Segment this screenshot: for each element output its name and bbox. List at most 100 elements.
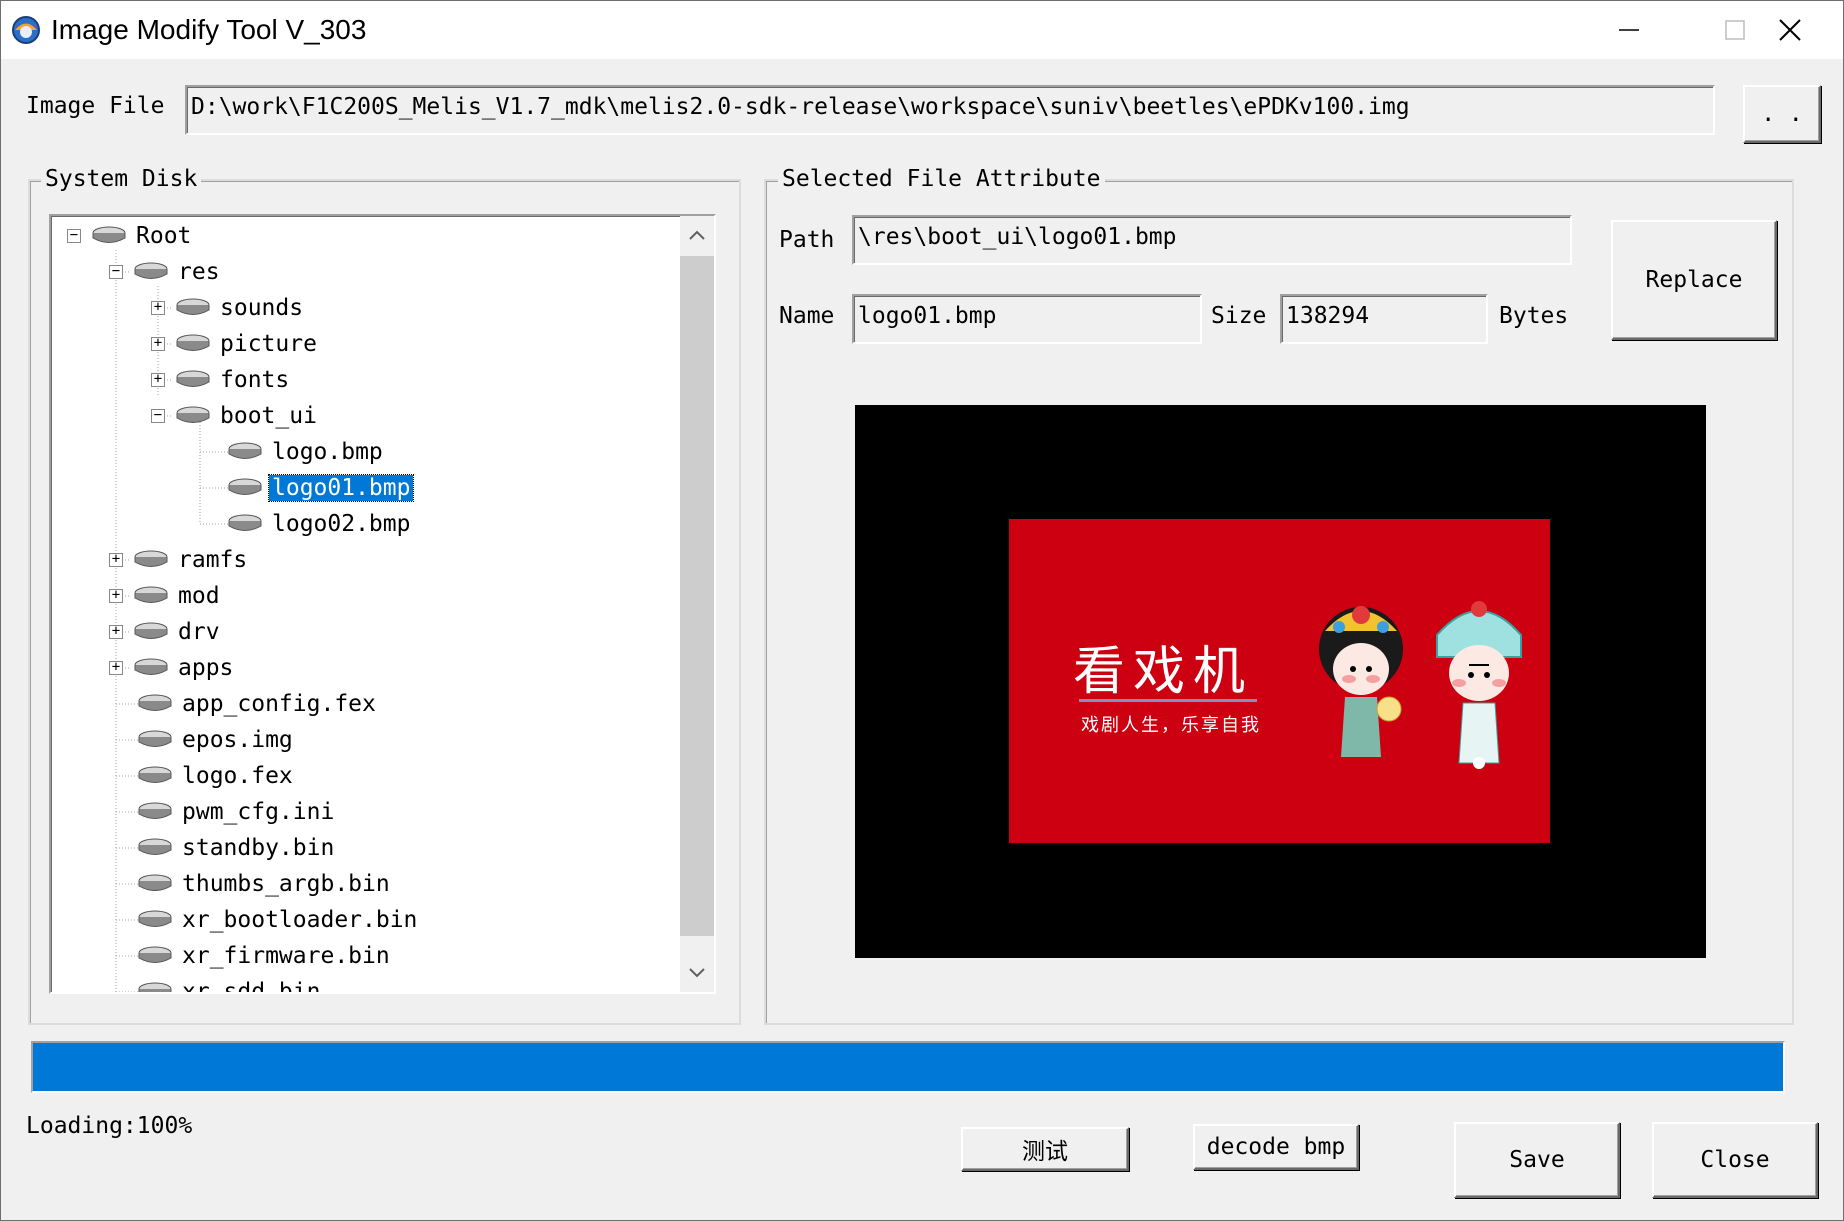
loading-status: Loading:100%: [26, 1113, 193, 1139]
tree-node-app-config-fex[interactable]: app_config.fex: [137, 687, 379, 721]
expand-icon[interactable]: +: [151, 300, 165, 315]
tree-node-label: logo.bmp: [272, 439, 383, 465]
close-window-button[interactable]: [1737, 1, 1843, 59]
file-tree[interactable]: − Root − res + sounds + picture + fonts …: [49, 214, 716, 994]
disk-icon: [138, 874, 172, 891]
tree-node-sounds[interactable]: + sounds: [151, 291, 306, 325]
replace-button[interactable]: Replace: [1611, 220, 1777, 340]
disk-icon: [134, 262, 168, 279]
disk-icon: [92, 226, 126, 243]
disk-icon: [138, 946, 172, 963]
scroll-down-button[interactable]: [680, 954, 714, 992]
expand-icon[interactable]: +: [151, 372, 165, 387]
tree-node-boot-ui[interactable]: − boot_ui: [151, 399, 320, 433]
expand-icon[interactable]: +: [109, 660, 123, 675]
tree-node-res[interactable]: − res: [109, 255, 223, 289]
chevron-down-icon: [689, 968, 705, 978]
tree-node-xr-bootloader-bin[interactable]: xr_bootloader.bin: [137, 903, 420, 937]
close-button[interactable]: Close: [1652, 1122, 1818, 1198]
decode-bmp-button[interactable]: decode bmp: [1193, 1124, 1359, 1170]
tree-node-label: ramfs: [178, 547, 248, 573]
system-disk-label: System Disk: [41, 164, 202, 194]
logo-underline: [1079, 699, 1257, 702]
collapse-icon[interactable]: −: [67, 228, 81, 243]
tree-node-ramfs[interactable]: + ramfs: [109, 543, 250, 577]
path-label: Path: [779, 227, 835, 253]
disk-icon: [138, 982, 172, 992]
tree-node-thumbs-argb-bin[interactable]: thumbs_argb.bin: [137, 867, 393, 901]
tree-node-epos-img[interactable]: epos.img: [137, 723, 296, 757]
close-icon: [1779, 19, 1801, 41]
disk-icon: [138, 766, 172, 783]
browse-button[interactable]: . .: [1743, 85, 1821, 143]
tree-node-label: drv: [178, 619, 220, 645]
tree-node-logo01-bmp[interactable]: logo01.bmp: [227, 471, 415, 505]
scroll-up-button[interactable]: [680, 216, 714, 254]
disk-icon: [176, 370, 210, 387]
bytes-label: Bytes: [1499, 303, 1569, 329]
name-field[interactable]: logo01.bmp: [852, 294, 1202, 344]
size-label: Size: [1211, 303, 1267, 329]
tree-node-logo02-bmp[interactable]: logo02.bmp: [227, 507, 413, 541]
tree-scrollbar[interactable]: [680, 216, 714, 992]
attribute-group-label: Selected File Attribute: [778, 164, 1105, 194]
path-field[interactable]: \res\boot_ui\logo01.bmp: [852, 215, 1572, 265]
tree-node-standby-bin[interactable]: standby.bin: [137, 831, 337, 865]
tree-node-label: picture: [220, 331, 317, 357]
tree-node-root[interactable]: − Root: [67, 219, 194, 253]
tree-node-pwm-cfg-ini[interactable]: pwm_cfg.ini: [137, 795, 337, 829]
minimize-icon: [1619, 29, 1639, 31]
expand-icon[interactable]: +: [109, 588, 123, 603]
tree-node-label: sounds: [220, 295, 304, 321]
disk-icon: [138, 910, 172, 927]
collapse-icon[interactable]: −: [109, 264, 123, 279]
expand-icon[interactable]: +: [151, 336, 165, 351]
disk-icon: [176, 406, 210, 423]
collapse-icon[interactable]: −: [151, 408, 165, 423]
disk-icon: [134, 550, 168, 567]
disk-icon: [176, 298, 210, 315]
tree-node-label: epos.img: [182, 727, 293, 753]
tree-node-drv[interactable]: + drv: [109, 615, 223, 649]
expand-icon[interactable]: +: [109, 552, 123, 567]
tree-node-label: xr_firmware.bin: [182, 943, 390, 969]
chevron-up-icon: [689, 230, 705, 240]
disk-icon: [228, 442, 262, 459]
tree-node-picture[interactable]: + picture: [151, 327, 320, 361]
minimize-button[interactable]: [1576, 1, 1682, 59]
scroll-thumb[interactable]: [680, 256, 714, 936]
tree-node-label-selected: logo01.bmp: [267, 474, 415, 502]
tree-node-label: thumbs_argb.bin: [182, 871, 390, 897]
tree-node-logo-fex[interactable]: logo.fex: [137, 759, 296, 793]
tree-node-label: logo02.bmp: [272, 511, 411, 537]
disk-icon: [176, 334, 210, 351]
save-button[interactable]: Save: [1454, 1122, 1620, 1198]
tree-node-xr-sdd-bin[interactable]: xr_sdd.bin: [137, 975, 323, 992]
disk-icon: [138, 694, 172, 711]
disk-icon: [134, 586, 168, 603]
image-preview: 看戏机 戏剧人生，乐享自我: [855, 405, 1706, 958]
disk-icon: [134, 658, 168, 675]
window-title: Image Modify Tool V_303: [51, 14, 367, 45]
tree-node-label: fonts: [220, 367, 290, 393]
disk-icon: [134, 622, 168, 639]
tree-node-logo-bmp[interactable]: logo.bmp: [227, 435, 386, 469]
main-window: Image Modify Tool V_303 Image File D:\wo…: [0, 0, 1844, 1221]
test-button[interactable]: 测试: [961, 1127, 1129, 1171]
tree-node-label: logo.fex: [182, 763, 293, 789]
tree-node-mod[interactable]: + mod: [109, 579, 223, 613]
tree-node-label: apps: [178, 655, 234, 681]
logo-title: 看戏机: [1073, 642, 1254, 702]
size-field[interactable]: 138294: [1280, 294, 1488, 344]
tree-node-xr-firmware-bin[interactable]: xr_firmware.bin: [137, 939, 393, 973]
disk-icon: [138, 838, 172, 855]
expand-icon[interactable]: +: [109, 624, 123, 639]
tree-node-label: app_config.fex: [182, 691, 376, 717]
image-file-field[interactable]: D:\work\F1C200S_Melis_V1.7_mdk\melis2.0-…: [185, 85, 1715, 135]
tree-node-apps[interactable]: + apps: [109, 651, 236, 685]
disk-icon: [138, 802, 172, 819]
logo-image: 看戏机 戏剧人生，乐享自我: [1009, 519, 1550, 843]
progress-bar: [31, 1041, 1785, 1093]
app-icon: [12, 16, 40, 44]
tree-node-fonts[interactable]: + fonts: [151, 363, 292, 397]
